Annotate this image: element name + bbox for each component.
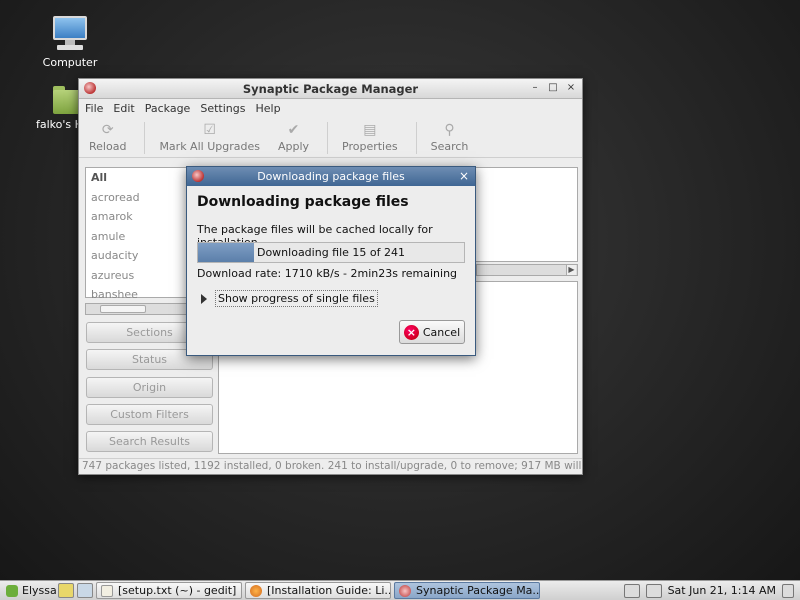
dialog-close-button[interactable]: × — [459, 169, 469, 183]
reload-label: Reload — [89, 140, 127, 153]
origin-button[interactable]: Origin — [86, 377, 213, 398]
toolbar-separator — [327, 122, 329, 154]
menu-edit[interactable]: Edit — [113, 102, 134, 115]
gedit-icon — [101, 584, 113, 597]
show-desktop-icon[interactable] — [77, 583, 93, 598]
update-notifier-icon[interactable] — [623, 583, 640, 598]
search-results-button[interactable]: Search Results — [86, 431, 213, 452]
download-rate: Download rate: 1710 kB/s - 2min23s remai… — [197, 267, 458, 280]
toolbar-separator — [144, 122, 146, 154]
task-label: [setup.txt (~) - gedit] — [118, 584, 237, 597]
task-gedit[interactable]: [setup.txt (~) - gedit] — [96, 582, 242, 599]
apply-icon: ✔ — [287, 122, 300, 138]
properties-icon: ▤ — [363, 122, 377, 138]
progress-text: Downloading file 15 of 241 — [256, 246, 406, 259]
apply-label: Apply — [277, 140, 310, 153]
reload-button[interactable]: ⟳ Reload — [89, 118, 126, 153]
taskbar: Elyssa [setup.txt (~) - gedit] [Installa… — [0, 580, 800, 600]
dialog-titlebar[interactable]: Downloading package files × — [187, 167, 475, 186]
properties-label: Properties — [342, 140, 398, 153]
synaptic-icon — [399, 584, 411, 597]
download-dialog: Downloading package files × Downloading … — [186, 166, 476, 356]
cancel-label: Cancel — [422, 325, 461, 339]
toolbar-separator — [415, 122, 417, 154]
scrollbar-thumb[interactable] — [100, 305, 146, 313]
search-button[interactable]: ⚲ Search — [431, 118, 469, 153]
scroll-right-icon[interactable]: ▶ — [566, 265, 576, 275]
apply-button[interactable]: ✔ Apply — [278, 118, 309, 153]
window-titlebar[interactable]: Synaptic Package Manager – □ × — [79, 79, 582, 99]
menu-help[interactable]: Help — [255, 102, 280, 115]
task-label: [Installation Guide: Li... — [267, 584, 391, 597]
reload-icon: ⟳ — [101, 122, 114, 138]
mark-all-upgrades-button[interactable]: ☑ Mark All Upgrades — [159, 118, 260, 153]
notes-launcher-icon[interactable] — [58, 583, 74, 598]
system-tray: Sat Jun 21, 1:14 AM — [623, 583, 800, 598]
toolbar: ⟳ Reload ☑ Mark All Upgrades ✔ Apply ▤ P… — [79, 118, 582, 158]
menu-settings[interactable]: Settings — [200, 102, 245, 115]
clock[interactable]: Sat Jun 21, 1:14 AM — [668, 584, 776, 597]
main-menu-button[interactable]: Elyssa — [0, 584, 58, 597]
status-bar: 747 packages listed, 1192 installed, 0 b… — [79, 458, 582, 474]
search-icon: ⚲ — [444, 122, 455, 138]
search-label: Search — [430, 140, 469, 153]
mark-all-upgrades-icon: ☑ — [203, 122, 216, 138]
network-icon[interactable] — [645, 583, 662, 598]
firefox-icon — [250, 584, 262, 597]
computer-icon — [51, 16, 89, 52]
expander-arrow-icon — [201, 293, 207, 304]
close-button[interactable]: × — [564, 81, 578, 95]
desktop-icon-computer[interactable]: Computer — [30, 16, 110, 69]
menu-package[interactable]: Package — [145, 102, 191, 115]
custom-filters-button[interactable]: Custom Filters — [86, 404, 213, 425]
single-files-expander[interactable]: Show progress of single files — [201, 290, 378, 307]
menu-file[interactable]: File — [85, 102, 103, 115]
task-label: Synaptic Package Ma... — [416, 584, 540, 597]
main-menu-label: Elyssa — [22, 584, 57, 597]
expander-label: Show progress of single files — [215, 290, 378, 307]
task-browser[interactable]: [Installation Guide: Li... — [245, 582, 391, 599]
menubar: File Edit Package Settings Help — [79, 99, 582, 118]
dialog-heading: Downloading package files — [197, 194, 409, 210]
volume-icon[interactable] — [782, 583, 794, 598]
window-title: Synaptic Package Manager — [242, 82, 419, 96]
properties-button[interactable]: ▤ Properties — [342, 118, 398, 153]
maximize-button[interactable]: □ — [546, 81, 560, 95]
cancel-icon: × — [403, 324, 419, 340]
mark-all-upgrades-label: Mark All Upgrades — [159, 140, 260, 153]
dialog-title: Downloading package files — [257, 170, 405, 183]
package-table-scrollbar[interactable]: ▶ — [476, 264, 578, 276]
cancel-button[interactable]: × Cancel — [399, 320, 465, 344]
menu-logo-icon — [6, 584, 18, 597]
minimize-button[interactable]: – — [528, 81, 542, 95]
task-synaptic[interactable]: Synaptic Package Ma... — [394, 582, 540, 599]
desktop-icon-label: Computer — [42, 56, 98, 69]
download-progress-bar: Downloading file 15 of 241 — [197, 242, 465, 263]
